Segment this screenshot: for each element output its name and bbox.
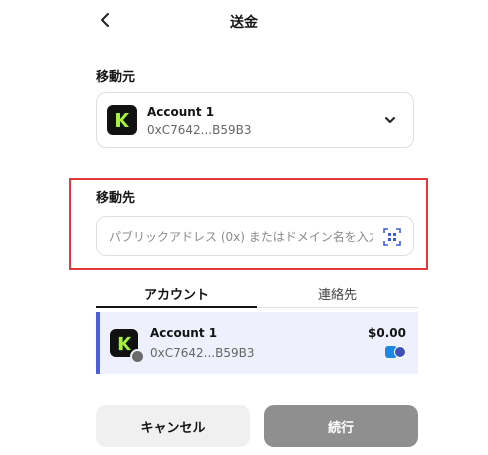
account-list-item[interactable]: Account 1 0xC7642...B59B3 $0.00 xyxy=(96,312,418,374)
account-address: 0xC7642...B59B3 xyxy=(150,346,255,360)
tab-contacts[interactable]: 連絡先 xyxy=(257,284,418,303)
page-title: 送金 xyxy=(230,15,258,31)
from-label: 移動元 xyxy=(96,70,136,85)
account-logo-icon xyxy=(107,105,137,135)
from-account-address: 0xC7642...B59B3 xyxy=(147,123,252,137)
cancel-button[interactable]: キャンセル xyxy=(96,405,250,447)
chevron-down-icon xyxy=(385,117,395,123)
continue-button[interactable]: 続行 xyxy=(264,405,418,447)
tab-accounts[interactable]: アカウント xyxy=(96,284,257,303)
to-label: 移動先 xyxy=(96,191,136,206)
status-dot-icon xyxy=(130,349,145,364)
from-account-name: Account 1 xyxy=(147,105,215,119)
active-tab-indicator xyxy=(96,306,257,308)
selected-indicator xyxy=(96,312,100,374)
network-badge-icon xyxy=(394,346,406,358)
account-balance: $0.00 xyxy=(368,326,406,340)
tab-divider xyxy=(257,307,418,308)
recipient-address-input[interactable]: パブリックアドレス (0x) またはドメイン名を入力 xyxy=(96,216,414,256)
recipient-address-placeholder: パブリックアドレス (0x) またはドメイン名を入力 xyxy=(109,229,373,244)
qr-scan-icon[interactable] xyxy=(383,228,401,246)
account-name: Account 1 xyxy=(150,326,218,340)
from-account-selector[interactable]: Account 1 0xC7642...B59B3 xyxy=(96,92,414,148)
network-badges xyxy=(385,346,406,358)
